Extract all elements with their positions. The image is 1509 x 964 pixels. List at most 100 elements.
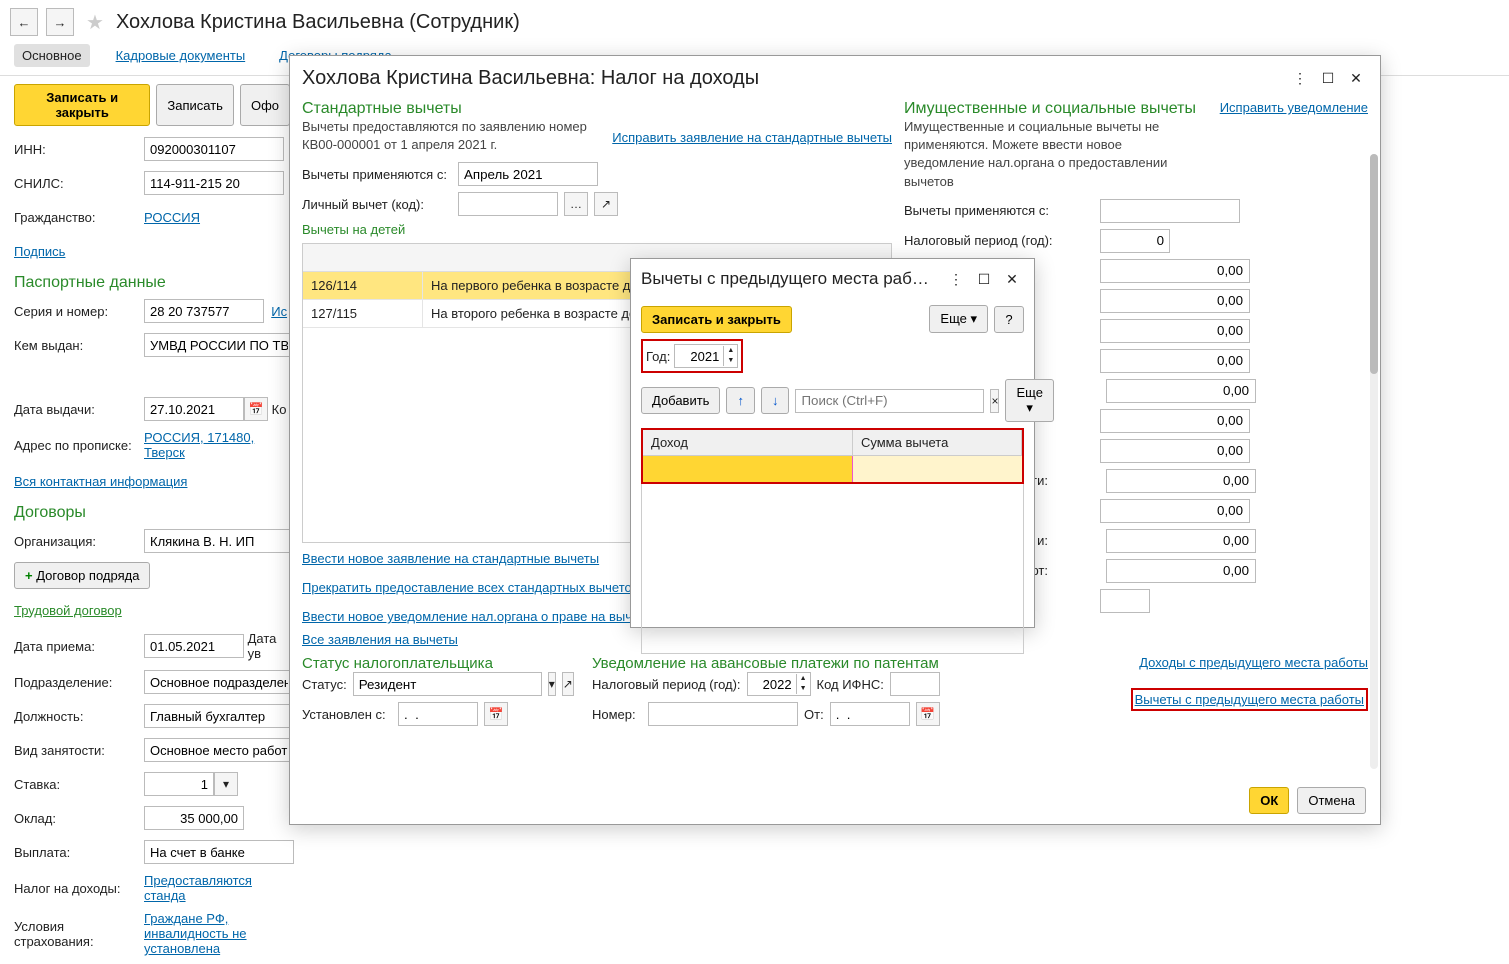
num-field[interactable] [1100, 349, 1250, 373]
star-icon[interactable]: ★ [86, 10, 104, 35]
back-button[interactable]: ← [10, 8, 38, 36]
signature-link[interactable]: Подпись [14, 244, 65, 259]
dropdown-icon[interactable]: ▾ [548, 672, 556, 696]
property-deductions-title[interactable]: Имущественные и социальные вычеты [904, 100, 1204, 118]
move-down-button[interactable]: ↓ [761, 387, 790, 414]
citizenship-link[interactable]: РОССИЯ [144, 210, 200, 225]
dept-field[interactable] [144, 670, 294, 694]
series-field[interactable] [144, 299, 264, 323]
help-button[interactable]: ? [994, 306, 1024, 333]
from-field[interactable] [830, 702, 910, 726]
scroll-thumb[interactable] [1370, 154, 1378, 374]
ifns-field[interactable] [890, 672, 940, 696]
table-row[interactable] [643, 456, 1022, 482]
rate-field[interactable] [144, 772, 214, 796]
ok-button[interactable]: ОК [1249, 787, 1289, 814]
page-title: Хохлова Кристина Васильевна (Сотрудник) [116, 11, 520, 34]
from-label: От: [804, 707, 824, 722]
maximize-icon[interactable]: ☐ [1316, 66, 1340, 90]
num-field[interactable] [1100, 439, 1250, 463]
inn-field[interactable] [144, 137, 284, 161]
tax-label: Налог на доходы: [14, 881, 144, 896]
close-icon[interactable]: ✕ [1000, 267, 1024, 291]
open-icon[interactable]: ↗ [594, 192, 618, 216]
fix-std-link[interactable]: Исправить заявление на стандартные вычет… [612, 130, 892, 145]
issue-date-field[interactable] [144, 397, 244, 421]
save-button[interactable]: Записать [156, 84, 234, 126]
stop-std-link[interactable]: Прекратить предоставление всех стандартн… [302, 580, 639, 595]
housing-field[interactable] [1100, 259, 1250, 283]
forward-button[interactable]: → [46, 8, 74, 36]
dept-label: Подразделение: [14, 675, 144, 690]
address-link[interactable]: РОССИЯ, 171480, Тверск [144, 430, 290, 460]
move-up-button[interactable]: ↑ [726, 387, 755, 414]
tab-main[interactable]: Основное [14, 44, 90, 67]
num-field[interactable] [1100, 319, 1250, 343]
num-field[interactable] [1100, 409, 1250, 433]
deduct-prev-link[interactable]: Вычеты с предыдущего места работы [1135, 692, 1364, 707]
series-link[interactable]: Ис [271, 304, 287, 319]
save-close-button[interactable]: Записать и закрыть [14, 84, 150, 126]
org-field[interactable] [144, 529, 294, 553]
modal-more-button[interactable]: Еще ▾ [929, 305, 988, 333]
maximize-icon[interactable]: ☐ [972, 267, 996, 291]
calendar-icon[interactable]: 📅 [916, 702, 940, 726]
all-contact-link[interactable]: Вся контактная информация [14, 474, 187, 489]
num-field[interactable] [1106, 529, 1256, 553]
fix-notice-link[interactable]: Исправить уведомление [1220, 100, 1368, 115]
applied-from-field[interactable] [458, 162, 598, 186]
income-prev-link[interactable]: Доходы с предыдущего места работы [1139, 655, 1368, 670]
salary-field[interactable] [144, 806, 244, 830]
adv-year-spinner[interactable]: ▲▼ [747, 672, 811, 696]
right-period-field[interactable] [1100, 229, 1170, 253]
status-field[interactable] [353, 672, 542, 696]
scrollbar[interactable] [1370, 154, 1378, 769]
insurance-link[interactable]: Граждане РФ, инвалидность не установлена [144, 911, 290, 956]
modal-more2-button[interactable]: Еще ▾ [1005, 379, 1053, 422]
all-apps-link[interactable]: Все заявления на вычеты [302, 632, 458, 647]
employment-field[interactable] [144, 738, 294, 762]
design-button[interactable]: Офо [240, 84, 290, 126]
tax-link[interactable]: Предоставляются станда [144, 873, 290, 903]
kebab-icon[interactable]: ⋮ [944, 267, 968, 291]
hire-date-side: Дата ув [248, 631, 290, 661]
year-spinner[interactable]: ▲▼ [674, 344, 738, 368]
num-field[interactable] [1106, 379, 1256, 403]
personal-deduction-field[interactable] [458, 192, 558, 216]
number-field[interactable] [648, 702, 798, 726]
year-label: Год: [646, 349, 670, 364]
kebab-icon[interactable]: ⋮ [1288, 66, 1312, 90]
cancel-button[interactable]: Отмена [1297, 787, 1366, 814]
tab-hr-docs[interactable]: Кадровые документы [108, 44, 254, 67]
search-input[interactable] [795, 389, 984, 413]
calendar-icon[interactable]: 📅 [484, 702, 508, 726]
children-deduction-link[interactable]: Вычеты на детей [302, 222, 405, 237]
num-field[interactable] [1100, 499, 1250, 523]
modal-save-close[interactable]: Записать и закрыть [641, 306, 792, 333]
add-button[interactable]: Добавить [641, 387, 720, 414]
calendar-icon[interactable]: 📅 [244, 397, 268, 421]
std-deductions-title[interactable]: Стандартные вычеты [302, 100, 587, 118]
small-field[interactable] [1100, 589, 1150, 613]
open-icon[interactable]: ↗ [562, 672, 574, 696]
num-field[interactable] [1106, 469, 1256, 493]
labor-contract-link[interactable]: Трудовой договор [14, 603, 122, 618]
issued-field[interactable] [144, 333, 294, 357]
ellipsis-icon[interactable]: … [564, 192, 588, 216]
payout-field[interactable] [144, 840, 294, 864]
position-field[interactable] [144, 704, 294, 728]
set-from-field[interactable] [398, 702, 478, 726]
col-income: Доход [643, 430, 853, 455]
hire-date-field[interactable] [144, 634, 244, 658]
num-field[interactable] [1100, 289, 1250, 313]
new-std-link[interactable]: Ввести новое заявление на стандартные вы… [302, 551, 599, 566]
personal-deduction-label: Личный вычет (код): [302, 197, 452, 212]
right-applied-field[interactable] [1100, 199, 1240, 223]
rate-dropdown-icon[interactable]: ▾ [214, 772, 238, 796]
num-field[interactable] [1106, 559, 1256, 583]
snils-field[interactable] [144, 171, 284, 195]
add-contract-button[interactable]: + Договор подряда [14, 562, 150, 589]
new-notice-link[interactable]: Ввести новое уведомление нал.органа о пр… [302, 609, 645, 624]
clear-search-icon[interactable]: × [990, 389, 999, 413]
close-icon[interactable]: ✕ [1344, 66, 1368, 90]
